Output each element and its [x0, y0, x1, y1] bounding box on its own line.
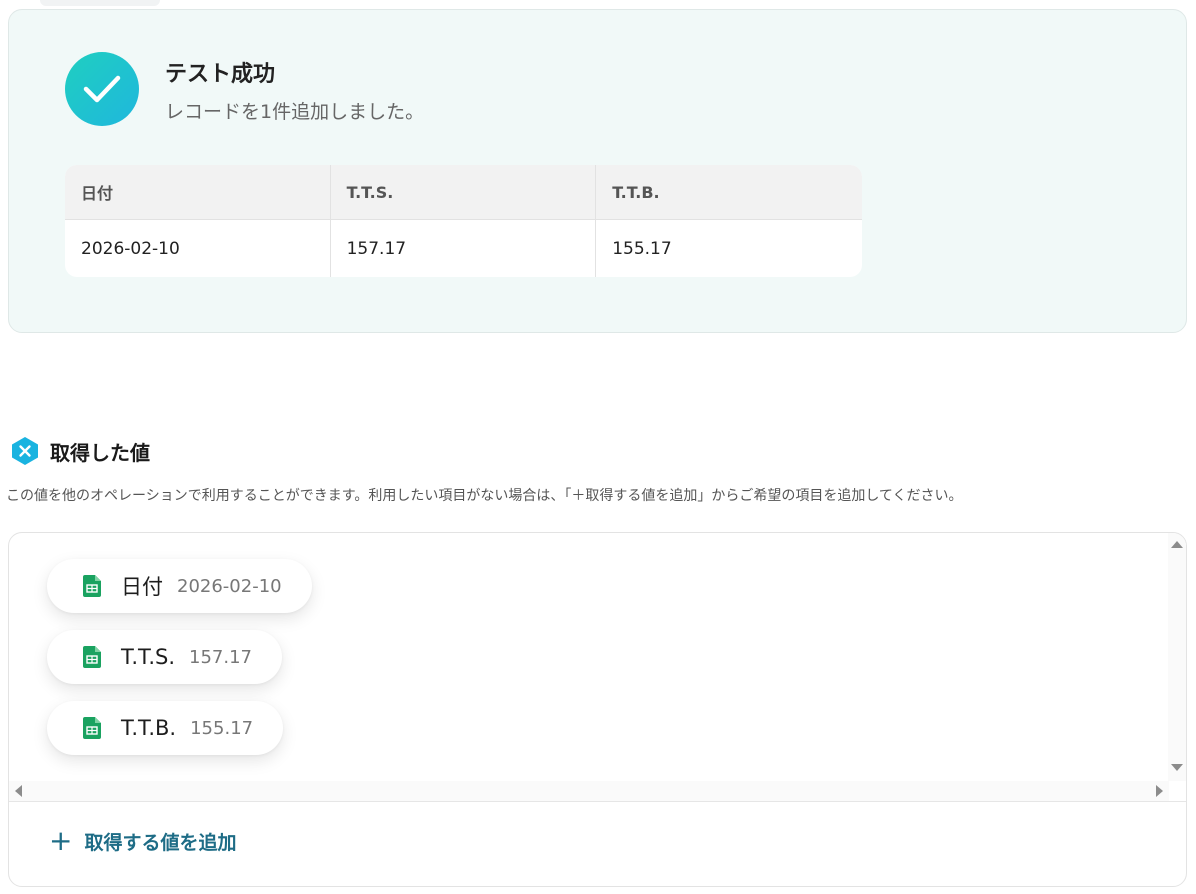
value-chip-label: 日付	[121, 575, 163, 599]
table-header-cell: T.T.B.	[612, 182, 660, 202]
previous-card-edge	[40, 0, 160, 6]
add-value-button[interactable]: + 取得する値を追加	[49, 827, 236, 855]
scroll-down-arrow-icon[interactable]	[1171, 764, 1183, 771]
scroll-left-arrow-icon[interactable]	[15, 785, 22, 797]
test-success-panel: テスト成功 レコードを1件追加しました。 日付 T.T.S. T.T.B. 20…	[8, 9, 1187, 333]
value-chip-value: 157.17	[189, 646, 253, 668]
values-scroll-area[interactable]: 日付 2026-02-10 T.T.S. 157.17 T.T.B. 155.1…	[9, 533, 1169, 781]
value-chip-tts[interactable]: T.T.S. 157.17	[47, 630, 283, 684]
add-value-label: 取得する値を追加	[84, 831, 237, 854]
table-header-cell: T.T.S.	[331, 165, 597, 219]
table-cell: 2026-02-10	[65, 220, 331, 277]
vertical-scrollbar[interactable]	[1168, 533, 1186, 781]
spreadsheet-icon	[83, 717, 101, 739]
result-table: 日付 T.T.S. T.T.B. 2026-02-10 157.17 155.1…	[65, 165, 862, 277]
table-header-row: 日付 T.T.S. T.T.B.	[65, 165, 862, 220]
value-chip-ttb[interactable]: T.T.B. 155.17	[47, 701, 284, 755]
value-chip-label: T.T.B.	[121, 716, 177, 740]
table-header-cell: 日付	[65, 165, 331, 219]
success-subtitle: レコードを1件追加しました。	[165, 101, 425, 123]
scroll-right-arrow-icon[interactable]	[1156, 785, 1163, 797]
values-section-description: この値を他のオペレーションで利用することができます。利用したい項目がない場合は、…	[6, 488, 963, 504]
table-cell: 157.17	[331, 220, 597, 277]
value-chip-value: 155.17	[190, 717, 254, 739]
scroll-up-arrow-icon[interactable]	[1171, 541, 1183, 548]
values-section-title: 取得した値	[50, 440, 150, 465]
spreadsheet-icon	[83, 646, 101, 668]
value-chip-date[interactable]: 日付 2026-02-10	[47, 559, 312, 613]
table-cell: 155.17	[612, 238, 672, 259]
value-chip-value: 2026-02-10	[177, 575, 282, 597]
plus-icon: +	[49, 824, 73, 857]
values-panel: 日付 2026-02-10 T.T.S. 157.17 T.T.B. 155.1…	[8, 532, 1187, 887]
variable-hexagon-icon	[10, 436, 40, 466]
success-check-icon	[65, 52, 139, 126]
success-title: テスト成功	[165, 62, 276, 87]
divider	[9, 801, 1186, 802]
horizontal-scrollbar[interactable]	[9, 781, 1169, 801]
value-chip-label: T.T.S.	[121, 645, 176, 669]
spreadsheet-icon	[83, 575, 101, 597]
table-row: 2026-02-10 157.17 155.17	[65, 220, 862, 277]
values-section-header: 取得した値	[10, 436, 150, 466]
